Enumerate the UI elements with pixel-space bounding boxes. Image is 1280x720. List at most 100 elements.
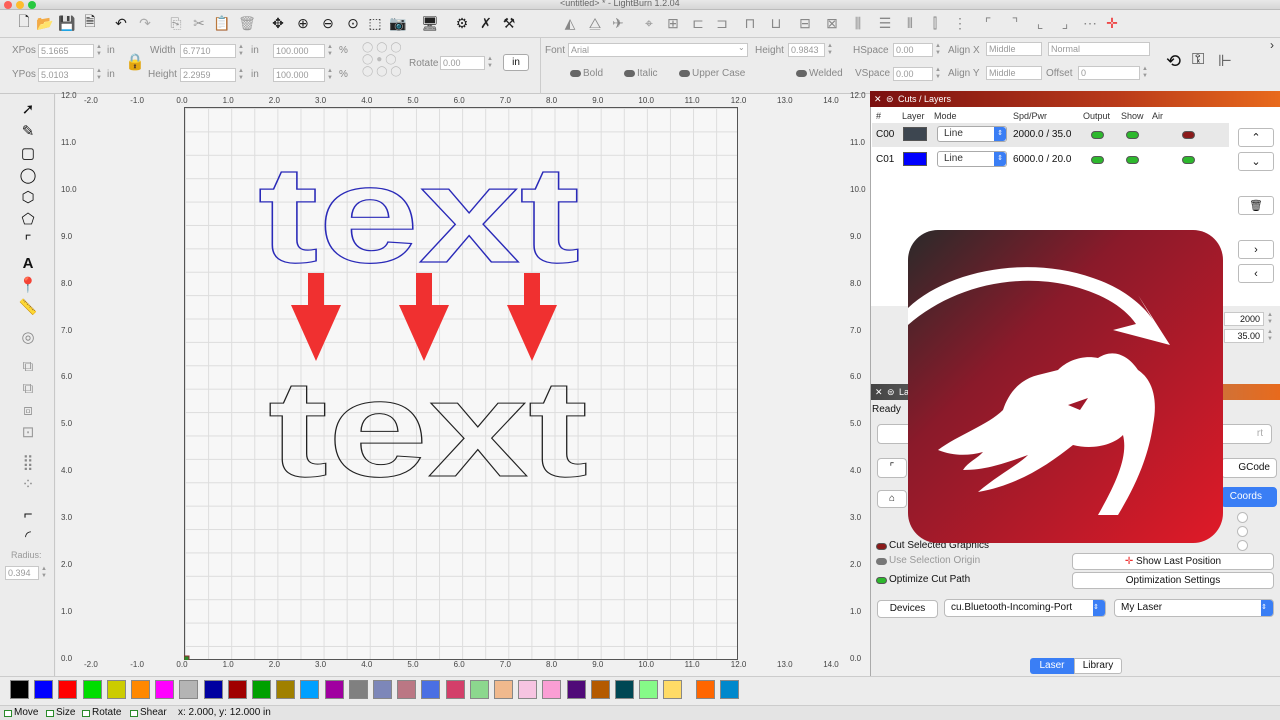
zoom-window-icon[interactable]	[28, 1, 36, 9]
more-chevron-icon[interactable]: ›	[1270, 38, 1274, 52]
distribute-h-icon[interactable]: ☰	[875, 13, 895, 33]
corner-tool-icon[interactable]: ⌐	[17, 504, 39, 524]
float-panel-icon[interactable]: ⊜	[887, 384, 895, 400]
shear-toggle[interactable]	[130, 710, 138, 717]
units-toggle-button[interactable]: in	[503, 54, 529, 71]
palette-color-swatch[interactable]	[276, 680, 296, 699]
layer-output-toggle[interactable]	[1091, 131, 1104, 139]
radius-field[interactable]: 0.394	[5, 566, 39, 580]
space-v-icon[interactable]: ⋮	[950, 13, 970, 33]
radius-stepper[interactable]: ▲ ▼	[40, 566, 48, 580]
palette-color-swatch[interactable]	[494, 680, 513, 699]
close-panel-icon[interactable]: ✕	[875, 384, 883, 400]
palette-color-swatch[interactable]	[10, 680, 29, 699]
move-layer-up-button[interactable]: ⌃	[1238, 128, 1274, 147]
palette-color-swatch[interactable]	[469, 680, 489, 699]
tab-laser[interactable]: Laser	[1030, 658, 1074, 674]
size-toggle[interactable]	[46, 710, 54, 717]
palette-color-swatch[interactable]	[421, 680, 441, 699]
speed-stepper[interactable]: ▲ ▼	[1266, 312, 1274, 326]
xpos-field[interactable]: 5.1665	[38, 44, 94, 58]
layer-row[interactable]: C01 Line ⇕ 6000.0 / 20.0	[872, 148, 1229, 172]
palette-color-swatch[interactable]	[58, 680, 78, 699]
offset-stepper[interactable]: ▲ ▼	[1141, 66, 1149, 80]
ypos-stepper[interactable]: ▲ ▼	[95, 68, 103, 82]
sync-icon[interactable]: ⟲	[1166, 51, 1181, 72]
width-percent-stepper[interactable]: ▲ ▼	[326, 44, 334, 58]
select-arrow-icon[interactable]: ➚	[17, 99, 39, 119]
prev-button[interactable]: ‹	[1238, 264, 1274, 283]
corner-tl-icon[interactable]: ⌜	[978, 13, 998, 33]
redo-icon[interactable]: ↷	[135, 13, 155, 33]
palette-color-swatch[interactable]	[397, 680, 417, 699]
layer-row[interactable]: C00 Line ⇕ 2000.0 / 35.0	[872, 123, 1229, 147]
text-mode-select[interactable]: Normal	[1048, 42, 1150, 56]
cut-icon[interactable]: ✂	[189, 13, 209, 33]
font-height-field[interactable]: 0.9843	[788, 43, 825, 57]
layer-show-toggle[interactable]	[1126, 156, 1139, 164]
layer-mode-select[interactable]: Line ⇕	[937, 151, 1007, 167]
align-left-icon[interactable]: ⊏	[688, 13, 708, 33]
laser-device-select[interactable]: My Laser ⇕	[1114, 599, 1274, 617]
settings-gear-icon[interactable]: ⚙	[452, 13, 472, 33]
text-tool-icon[interactable]: A	[17, 253, 39, 273]
width-stepper[interactable]: ▲ ▼	[237, 44, 245, 58]
save-gcode-button[interactable]: GCode	[1221, 458, 1277, 478]
close-panel-icon[interactable]: ✕	[874, 91, 882, 107]
zoom-out-icon[interactable]: ⊖	[318, 13, 338, 33]
palette-color-swatch[interactable]	[155, 680, 175, 699]
position-marker-icon[interactable]: 📍	[17, 275, 39, 295]
save-as-icon[interactable]: 🗎	[80, 13, 100, 33]
height-percent-stepper[interactable]: ▲ ▼	[326, 68, 334, 82]
welded-toggle[interactable]	[796, 70, 807, 77]
height-field[interactable]: 2.2959	[180, 68, 236, 82]
pen-tool-icon[interactable]: ⬠	[17, 209, 39, 229]
boolean-diff-icon[interactable]: ⧉	[17, 378, 39, 398]
rotate-toggle[interactable]	[82, 710, 90, 717]
width-field[interactable]: 6.7710	[180, 44, 236, 58]
boolean-union-icon[interactable]: ⧉	[17, 356, 39, 376]
palette-color-swatch[interactable]	[227, 680, 247, 699]
center-red-icon[interactable]: ✛	[1102, 13, 1122, 33]
align-center-icon[interactable]: ⊞	[663, 13, 683, 33]
width-percent-field[interactable]: 100.000	[273, 44, 325, 58]
corner-tr-icon[interactable]: ⌝	[1005, 13, 1025, 33]
palette-color-swatch[interactable]	[106, 680, 126, 699]
float-panel-icon[interactable]: ⊜	[886, 91, 894, 107]
bold-toggle[interactable]	[570, 70, 581, 77]
close-window-icon[interactable]	[4, 1, 12, 9]
send-icon[interactable]: ✈	[608, 13, 628, 33]
undo-icon[interactable]: ↶	[111, 13, 131, 33]
tool-icon[interactable]: ⊩	[1218, 51, 1232, 71]
palette-color-swatch[interactable]	[179, 680, 199, 699]
delete-icon[interactable]: 🗑	[237, 13, 257, 33]
layer-output-toggle[interactable]	[1091, 156, 1104, 164]
job-origin-radio[interactable]	[1237, 540, 1248, 551]
align-x-select[interactable]: Middle	[986, 42, 1042, 56]
palette-color-swatch[interactable]	[324, 680, 344, 699]
port-select[interactable]: cu.Bluetooth-Incoming-Port ⇕	[944, 599, 1106, 617]
align-dots-icon[interactable]: ⋯	[1080, 13, 1100, 33]
measure-tool-icon[interactable]: 📏	[17, 297, 39, 317]
height-stepper[interactable]: ▲ ▼	[237, 68, 245, 82]
xpos-stepper[interactable]: ▲ ▼	[95, 44, 103, 58]
grid-array-icon[interactable]: ⣿	[17, 452, 39, 472]
palette-color-swatch[interactable]	[203, 680, 223, 699]
mirror-icon[interactable]: ⧋	[585, 13, 605, 33]
open-file-icon[interactable]: 📂	[35, 13, 55, 33]
height-percent-field[interactable]: 100.000	[273, 68, 325, 82]
use-origin-toggle[interactable]	[876, 558, 887, 565]
hspace-stepper[interactable]: ▲ ▼	[934, 43, 942, 57]
offset-field[interactable]: 0	[1078, 66, 1140, 80]
flip-horizontal-icon[interactable]: ◭	[560, 13, 580, 33]
move-pan-icon[interactable]: ✥	[268, 13, 288, 33]
show-last-position-button[interactable]: ✛ Show Last Position	[1072, 553, 1274, 570]
boolean-intersect-icon[interactable]: ⧈	[17, 400, 39, 420]
layer-air-toggle[interactable]	[1182, 131, 1195, 139]
zoom-fit-icon[interactable]: ⊙	[343, 13, 363, 33]
boolean-weld-icon[interactable]: ⊡	[17, 422, 39, 442]
layer-mode-select[interactable]: Line ⇕	[937, 126, 1007, 142]
rotate-stepper[interactable]: ▲ ▼	[486, 56, 494, 70]
rectangle-tool-icon[interactable]: ▢	[17, 143, 39, 163]
paste-icon[interactable]: 📋	[212, 13, 232, 33]
